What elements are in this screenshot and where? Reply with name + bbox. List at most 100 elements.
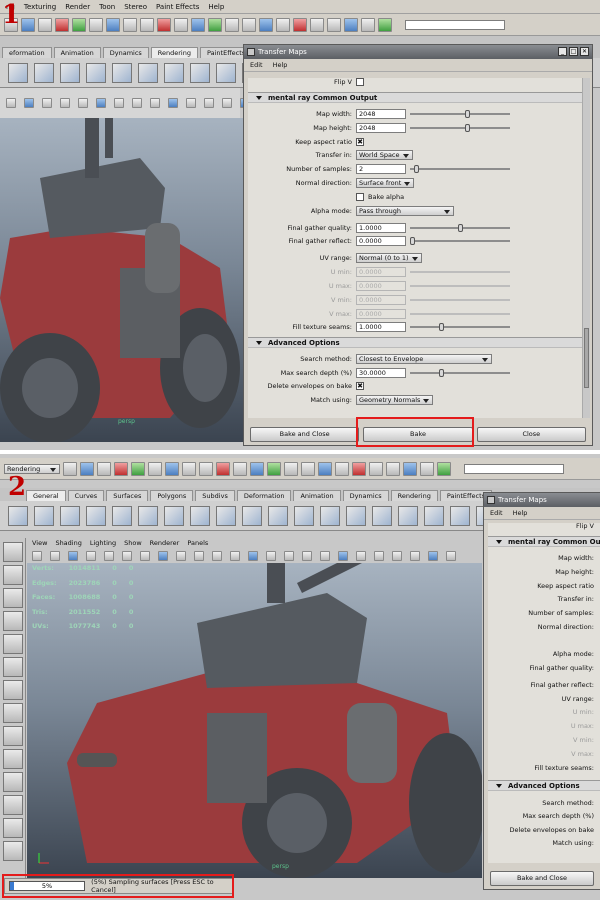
u_min-field[interactable]: 0.0000: [356, 267, 406, 278]
toolbar-icon[interactable]: [114, 461, 128, 476]
shelf-icon[interactable]: [86, 62, 106, 83]
toolbar-icon[interactable]: [199, 461, 213, 476]
toolbar-icon[interactable]: [386, 461, 400, 476]
toolbar-icon[interactable]: [182, 461, 196, 476]
map_width-slider-knob[interactable]: [465, 110, 471, 118]
toolbar-icon[interactable]: [301, 461, 315, 476]
fg_reflect-slider-knob[interactable]: [410, 237, 415, 246]
toolbar-icon[interactable]: [420, 461, 434, 476]
shelf-tab[interactable]: Deformation: [236, 490, 292, 501]
shelf-icon[interactable]: [346, 505, 366, 526]
viewport-icon[interactable]: [60, 98, 70, 108]
transfer_in-dropdown[interactable]: World Space: [356, 150, 413, 161]
toolbar-icon[interactable]: [259, 17, 273, 32]
viewport-icon[interactable]: [410, 551, 420, 561]
close-button[interactable]: Close: [476, 426, 586, 442]
u_min-slider[interactable]: [410, 271, 510, 274]
command-input[interactable]: [464, 463, 564, 474]
tool-button[interactable]: [3, 795, 23, 815]
shelf-icon[interactable]: [34, 62, 54, 83]
shelf-tab[interactable]: eformation: [2, 47, 52, 58]
viewport-menu[interactable]: Panels: [187, 539, 208, 547]
max_depth-field[interactable]: 30.0000: [356, 367, 406, 378]
v_min-slider[interactable]: [410, 298, 510, 301]
shelf-icon[interactable]: [190, 505, 210, 526]
shelf-icon[interactable]: [216, 505, 236, 526]
fg_quality-slider-knob[interactable]: [457, 223, 463, 232]
tool-button[interactable]: [3, 588, 23, 608]
tool-button[interactable]: [3, 542, 23, 562]
shelf-icon[interactable]: [294, 505, 314, 526]
viewport-icon[interactable]: [176, 551, 186, 561]
shelf-tab[interactable]: Animation: [53, 47, 101, 58]
bake-and-close-button[interactable]: Bake and Close: [250, 426, 360, 442]
shelf-icon[interactable]: [112, 62, 132, 83]
toolbar-icon[interactable]: [191, 17, 205, 32]
toolbar-icon[interactable]: [55, 17, 69, 32]
viewport-menu[interactable]: View: [32, 539, 47, 547]
map_height-field[interactable]: 2048: [356, 122, 406, 133]
toolbar-icon[interactable]: [378, 17, 392, 32]
viewport-icon[interactable]: [150, 98, 160, 108]
toolbar-icon[interactable]: [148, 461, 162, 476]
viewport-persp[interactable]: persp Verts: 1014811 0 0 Edges: 2023786 0 0 Face…: [27, 563, 482, 878]
shelf-icon[interactable]: [424, 505, 444, 526]
shelf-icon[interactable]: [372, 505, 392, 526]
shelf-icon[interactable]: [320, 505, 340, 526]
advanced-options-frame[interactable]: Advanced Options: [248, 337, 582, 349]
fill_seams-field[interactable]: 1.0000: [356, 322, 406, 333]
toolbar-icon[interactable]: [361, 17, 375, 32]
v_min-field[interactable]: 0.0000: [356, 294, 406, 305]
shelf-icon[interactable]: [138, 505, 158, 526]
toolbar-icon[interactable]: [157, 17, 171, 32]
fg_quality-slider[interactable]: [410, 223, 510, 232]
toolbar-icon[interactable]: [80, 461, 94, 476]
viewport-icon[interactable]: [212, 551, 222, 561]
normal_dir-dropdown[interactable]: Surface front: [356, 178, 415, 188]
shelf-icon[interactable]: [8, 62, 28, 83]
common-output-frame[interactable]: mental ray Common Outp: [488, 536, 600, 547]
viewport-icon[interactable]: [284, 551, 294, 561]
toolbar-icon[interactable]: [72, 17, 86, 32]
viewport-icon[interactable]: [86, 551, 96, 561]
viewport-icon[interactable]: [50, 551, 60, 561]
menu-item[interactable]: Stereo: [124, 3, 147, 11]
viewport-icon[interactable]: [78, 98, 88, 108]
viewport-icon[interactable]: [204, 98, 214, 108]
menu-item[interactable]: Texturing: [24, 3, 56, 11]
keep-aspect-checkbox[interactable]: ✖: [356, 137, 364, 146]
shelf-icon[interactable]: [112, 505, 132, 526]
shelf-tab[interactable]: Rendering: [390, 490, 438, 501]
shelf-icon[interactable]: [268, 505, 288, 526]
menu-item[interactable]: Help: [208, 3, 224, 11]
map_height-slider[interactable]: [410, 123, 510, 132]
toolbar-icon[interactable]: [242, 17, 256, 32]
toolbar-icon[interactable]: [403, 461, 417, 476]
viewport-icon[interactable]: [374, 551, 384, 561]
viewport-icon[interactable]: [24, 98, 34, 108]
viewport-icon[interactable]: [96, 98, 106, 108]
u_max-field[interactable]: 0.0000: [356, 281, 406, 291]
tool-button[interactable]: [3, 772, 23, 792]
viewport-icon[interactable]: [248, 551, 258, 561]
map_width-field[interactable]: 2048: [356, 109, 406, 119]
toolbar-icon[interactable]: [106, 17, 120, 32]
viewport-icon[interactable]: [194, 551, 204, 561]
toolbar-icon[interactable]: [140, 17, 154, 32]
toolbar-icon[interactable]: [123, 17, 137, 32]
fg_reflect-field[interactable]: 0.0000: [356, 236, 406, 247]
viewport-icon[interactable]: [132, 98, 142, 108]
shelf-icon[interactable]: [242, 505, 262, 526]
toolbar-icon[interactable]: [165, 461, 179, 476]
menu-help[interactable]: Help: [513, 509, 528, 517]
toolbar-icon[interactable]: [267, 461, 281, 476]
toolbar-icon[interactable]: [437, 461, 451, 476]
viewport-icon[interactable]: [222, 98, 232, 108]
menu-help[interactable]: Help: [273, 61, 288, 69]
viewport-icon[interactable]: [140, 551, 150, 561]
toolbar-icon[interactable]: [174, 17, 188, 32]
toolbar-icon[interactable]: [225, 17, 239, 32]
shelf-icon[interactable]: [86, 505, 106, 526]
shelf-tab[interactable]: Subdivs: [195, 490, 235, 501]
bake-alpha-checkbox[interactable]: [356, 192, 364, 201]
